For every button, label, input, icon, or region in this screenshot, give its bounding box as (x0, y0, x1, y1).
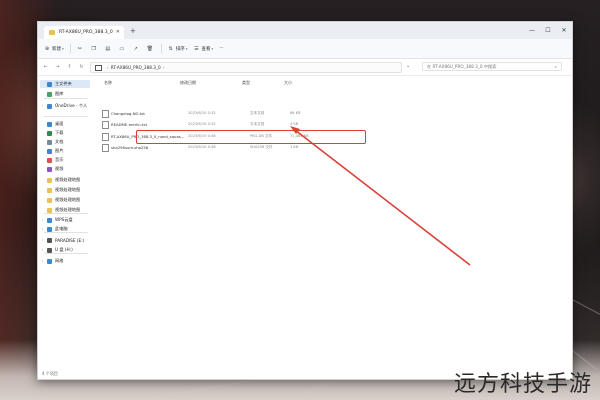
annotation-overlay (290, 126, 471, 266)
watermark-text: 远方科技手游 (453, 372, 592, 397)
red-arrow-line (294, 129, 471, 266)
